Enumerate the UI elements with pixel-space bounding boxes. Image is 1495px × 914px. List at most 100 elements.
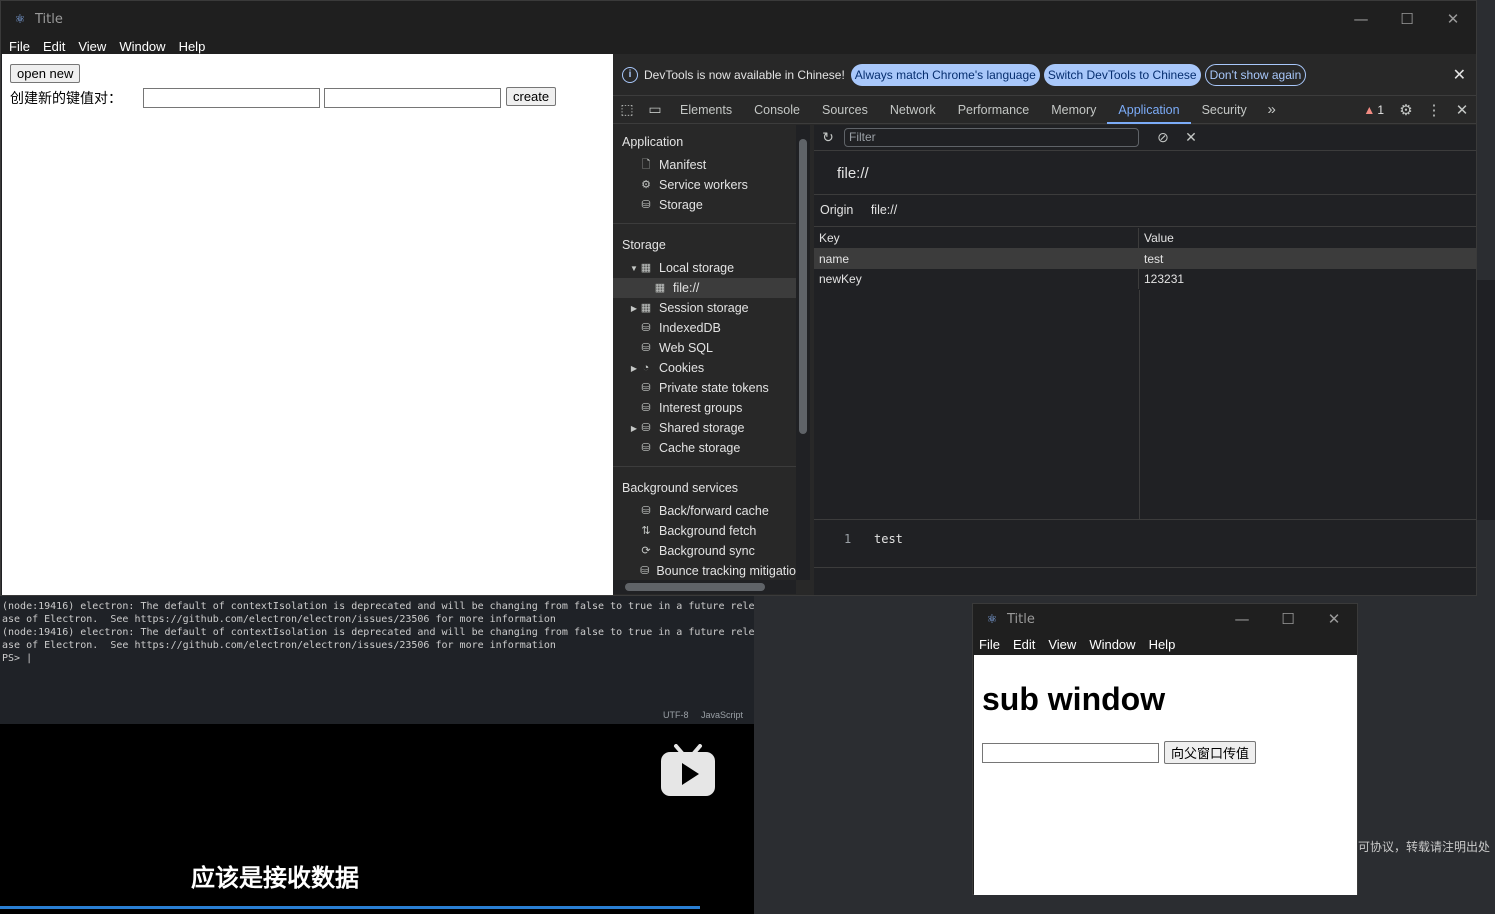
tab-sources[interactable]: Sources (811, 96, 879, 124)
sidebar-item-back-forward-cache[interactable]: ⛁ Back/forward cache (613, 501, 796, 521)
sidebar-item-private-state-tokens[interactable]: ⛁ Private state tokens (613, 378, 796, 398)
sidebar-item-manifest[interactable]: 🗋 Manifest (613, 155, 796, 175)
menu-edit[interactable]: Edit (1013, 637, 1035, 652)
key-input[interactable] (143, 88, 320, 108)
sidebar-item-local-storage[interactable]: ▼ ▦ Local storage (613, 258, 796, 278)
table-row[interactable]: newKey 123231 (814, 269, 1476, 289)
menu-file[interactable]: File (9, 39, 30, 54)
scrollbar-thumb[interactable] (799, 139, 807, 434)
sidebar-item-web-sql[interactable]: ⛁ Web SQL (613, 338, 796, 358)
gears-icon: ⚙ (641, 179, 651, 191)
minimize-icon[interactable]: — (1338, 10, 1384, 28)
column-divider (1139, 290, 1140, 520)
scrollbar-thumb[interactable] (625, 583, 765, 591)
kv-label: 创建新的键值对： (10, 91, 122, 107)
database-icon: ⛁ (641, 322, 651, 334)
devtools-close-icon[interactable]: ✕ (1448, 101, 1476, 119)
document-icon: 🗋 (641, 159, 651, 171)
create-button[interactable]: create (506, 87, 557, 106)
tab-performance[interactable]: Performance (947, 96, 1041, 124)
sidebar-item-indexeddb[interactable]: ⛁ IndexedDB (613, 318, 796, 338)
tab-application[interactable]: Application (1107, 96, 1191, 124)
more-options-icon[interactable]: ⋮ (1420, 101, 1448, 119)
tab-network[interactable]: Network (879, 96, 947, 124)
match-language-button[interactable]: Always match Chrome's language (850, 63, 1040, 86)
language-indicator[interactable]: JavaScript (701, 710, 743, 720)
sidebar-item-storage[interactable]: ⛁ Storage (613, 195, 796, 215)
terminal-line: ase of Electron. See https://github.com/… (2, 640, 556, 651)
open-new-button[interactable]: open new (10, 64, 81, 83)
expand-right-icon[interactable]: ▶ (629, 424, 639, 433)
row-value: test (1144, 252, 1164, 266)
message-input[interactable] (982, 743, 1159, 763)
menu-view[interactable]: View (1048, 637, 1076, 652)
database-icon: ⛁ (641, 382, 651, 394)
close-icon[interactable]: ✕ (1311, 610, 1357, 628)
section-storage: Storage (622, 238, 666, 252)
maximize-icon[interactable]: ☐ (1265, 610, 1311, 628)
warning-count[interactable]: 1 (1377, 103, 1384, 117)
infobar-close-icon[interactable]: ✕ (1453, 65, 1466, 85)
column-key[interactable]: Key (814, 228, 1139, 248)
sidebar-horizontal-scrollbar[interactable] (613, 580, 796, 594)
section-background-services: Background services (622, 481, 739, 495)
expand-right-icon[interactable]: ▶ (629, 364, 639, 373)
delete-selected-icon[interactable]: ✕ (1177, 129, 1205, 146)
switch-chinese-button[interactable]: Switch DevTools to Chinese (1043, 63, 1201, 86)
sidebar-item-background-sync[interactable]: ⟳ Background sync (613, 541, 796, 561)
devtools-panel: i DevTools is now available in Chinese! … (613, 54, 1476, 595)
sidebar-item-service-workers[interactable]: ⚙ Service workers (613, 175, 796, 195)
sidebar-item-cache-storage[interactable]: ⛁ Cache storage (613, 438, 796, 458)
sidebar-item-shared-storage[interactable]: ▶ ⛁ Shared storage (613, 418, 796, 438)
sidebar-item-interest-groups[interactable]: ⛁ Interest groups (613, 398, 796, 418)
send-to-parent-button[interactable]: 向父窗口传值 (1164, 741, 1257, 764)
more-tabs-icon[interactable]: » (1258, 101, 1286, 118)
menu-window[interactable]: Window (1089, 637, 1135, 652)
dont-show-again-button[interactable]: Don't show again (1204, 63, 1307, 86)
sidebar-item-session-storage[interactable]: ▶ ▦ Session storage (613, 298, 796, 318)
tab-security[interactable]: Security (1191, 96, 1258, 124)
menu-edit[interactable]: Edit (43, 39, 65, 54)
device-toolbar-icon[interactable]: ▭ (641, 101, 669, 118)
infobar-message: DevTools is now available in Chinese! (644, 67, 845, 82)
table-row[interactable]: name test (814, 249, 1476, 269)
close-icon[interactable]: ✕ (1430, 10, 1476, 28)
info-icon: i (622, 66, 638, 83)
menu-window[interactable]: Window (119, 39, 165, 54)
video-area: 应该是接收数据 (0, 724, 754, 914)
expand-right-icon[interactable]: ▶ (629, 304, 639, 313)
refresh-icon[interactable]: ↻ (818, 129, 838, 146)
maximize-icon[interactable]: ☐ (1384, 10, 1430, 28)
sidebar-item-bounce-tracking[interactable]: ⛁ Bounce tracking mitigatio (613, 561, 796, 581)
menu-view[interactable]: View (78, 39, 106, 54)
section-application: Application (622, 135, 684, 149)
tab-elements[interactable]: Elements (669, 96, 743, 124)
warning-icon[interactable]: ▲ (1363, 103, 1375, 117)
sidebar-item-local-file[interactable]: ▦ file:// (613, 278, 796, 298)
menu-help[interactable]: Help (179, 39, 206, 54)
clear-all-icon[interactable]: ⊘ (1149, 129, 1177, 146)
minimize-icon[interactable]: — (1219, 610, 1265, 628)
filter-input[interactable]: Filter (844, 128, 1139, 147)
encoding-indicator[interactable]: UTF-8 (663, 710, 689, 720)
sub-heading: sub window (982, 681, 1166, 717)
inspect-element-icon[interactable]: ⬚ (613, 101, 641, 118)
tab-memory[interactable]: Memory (1040, 96, 1107, 124)
sidebar-vertical-scrollbar[interactable] (796, 125, 810, 580)
settings-icon[interactable]: ⚙ (1392, 101, 1420, 119)
expand-down-icon[interactable]: ▼ (629, 264, 639, 273)
tab-console[interactable]: Console (743, 96, 811, 124)
bilibili-play-icon[interactable] (661, 744, 715, 796)
column-value[interactable]: Value (1139, 228, 1476, 248)
value-input[interactable] (324, 88, 501, 108)
main-titlebar[interactable]: ⚛ Title — ☐ ✕ (1, 1, 1476, 37)
sidebar-item-cookies[interactable]: ▶ ◔ Cookies (613, 358, 796, 378)
sub-titlebar[interactable]: ⚛ Title — ☐ ✕ (973, 604, 1357, 634)
terminal-output[interactable]: (node:19416) electron: The default of co… (0, 596, 754, 708)
sidebar-item-background-fetch[interactable]: ⇅ Background fetch (613, 521, 796, 541)
table-header: Key Value (814, 228, 1476, 249)
video-progress-bar[interactable] (0, 906, 700, 909)
menu-file[interactable]: File (979, 637, 1000, 652)
application-sidebar: Application 🗋 Manifest ⚙ Service workers ⛁… (613, 125, 813, 595)
menu-help[interactable]: Help (1149, 637, 1176, 652)
